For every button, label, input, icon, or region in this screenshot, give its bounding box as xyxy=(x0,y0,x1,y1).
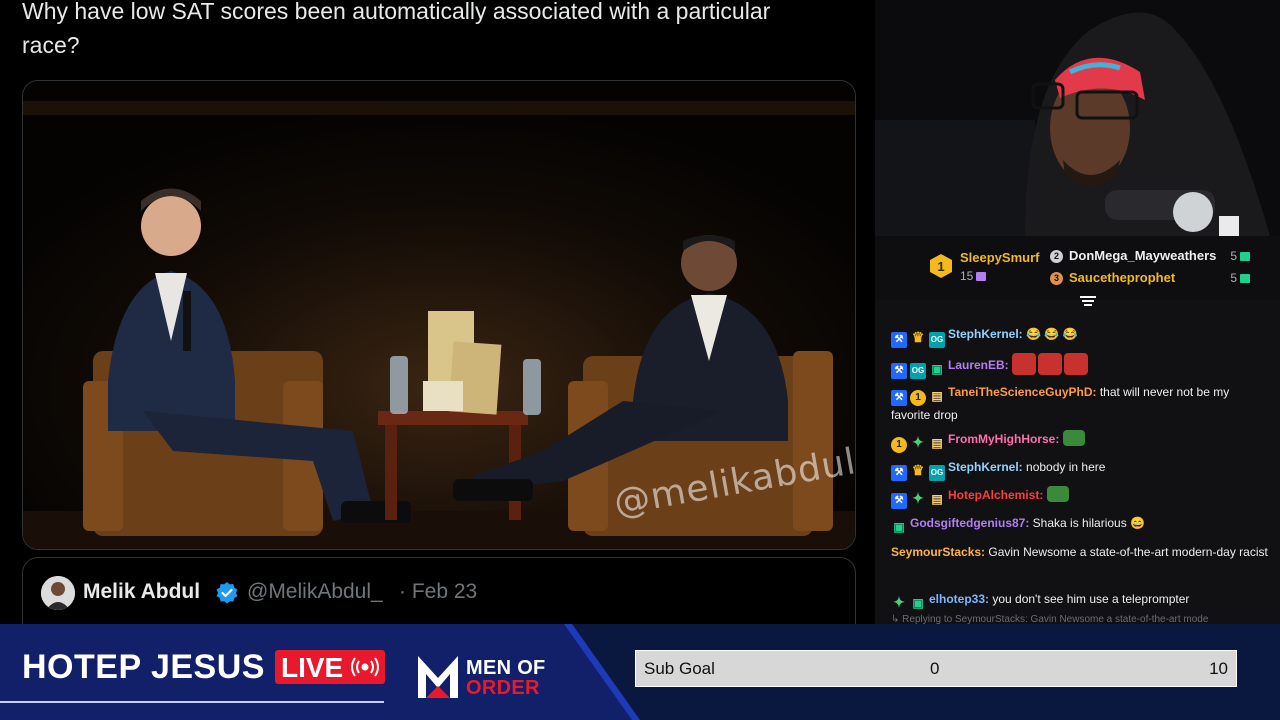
pepe-emote-icon xyxy=(1062,430,1085,446)
gift-badge-icon: ▣ xyxy=(893,520,905,534)
gift-leaderboard: 1 SleepySmurf 15 2 DonMega_Mayweathers 5… xyxy=(875,236,1280,300)
sub-goal-target: 10 xyxy=(1209,659,1228,678)
gift-badge-icon: ▤ xyxy=(931,389,943,403)
gift-badge-icon: ▤ xyxy=(931,436,943,450)
pepe-emote-icon xyxy=(1046,486,1069,502)
leaderboard-first-count-value: 15 xyxy=(960,269,974,283)
vip-badge-icon: ⚒ xyxy=(891,390,907,406)
chat-username[interactable]: StephKernel: xyxy=(948,460,1023,474)
leaderboard-third-count-value: 5 xyxy=(1230,271,1237,285)
second-place-rank-icon: 2 xyxy=(1050,250,1063,263)
quote-author-name[interactable]: Melik Abdul xyxy=(83,580,200,604)
chat-message: ▣ Godsgiftedgenius87: Shaka is hilarious … xyxy=(891,514,1271,535)
brand-title: HOTEP JESUS xyxy=(22,648,265,686)
og-badge-icon: OG xyxy=(929,465,945,481)
leaderboard-second-name[interactable]: DonMega_Mayweathers xyxy=(1069,248,1216,263)
chat-panel: 1 SleepySmurf 15 2 DonMega_Mayweathers 5… xyxy=(875,236,1280,624)
angry-face-emote-icon xyxy=(1038,353,1063,375)
avatar[interactable] xyxy=(41,576,75,610)
gold-one-badge-icon: 1 xyxy=(891,437,907,453)
crown-badge-icon: ♛ xyxy=(911,462,925,478)
verified-badge-icon xyxy=(216,582,238,604)
third-place-rank-icon: 3 xyxy=(1050,272,1063,285)
brand-underline xyxy=(0,701,384,703)
vip-badge-icon: ⚒ xyxy=(891,493,907,509)
live-label: LIVE xyxy=(281,652,344,683)
chat-message: ⚒ ♛ OG StephKernel: 😂 😂 😂 xyxy=(891,325,1271,348)
webcam-feed xyxy=(875,0,1280,236)
leaderboard-first-rank: 1 xyxy=(937,259,944,274)
chat-message: ✦ ▣ elhotep33: you don't see him use a tel… xyxy=(891,590,1271,611)
vip-badge-icon: ⚒ xyxy=(891,363,907,379)
first-place-medal-icon: 1 xyxy=(930,254,952,278)
streamer-camera-image xyxy=(875,0,1280,236)
sparkle-badge-icon: ✦ xyxy=(912,490,924,506)
broadcast-icon xyxy=(351,657,379,677)
chat-username[interactable]: LaurenEB: xyxy=(948,358,1009,372)
chat-text: 😂 😂 😂 xyxy=(1022,327,1078,341)
chat-text: Gavin Newsome a state-of-the-art modern-… xyxy=(985,545,1268,559)
chat-text: you don't see him use a teleprompter xyxy=(989,592,1190,606)
chat-text: Shaka is hilarious 😄 xyxy=(1029,516,1146,530)
partner-name-line2: ORDER xyxy=(466,677,540,699)
gift-icon xyxy=(1240,252,1250,261)
men-of-order-logo-icon xyxy=(418,656,458,698)
leaderboard-second-count-value: 5 xyxy=(1230,249,1237,263)
chat-message: 1 ✦ ▤ FromMyHighHorse: xyxy=(891,430,1271,453)
chat-message: ⚒ OG ▣ LaurenEB: xyxy=(891,353,1271,379)
leaderboard-second-count: 5 xyxy=(1230,249,1250,263)
chat-username[interactable]: HotepAlchemist: xyxy=(948,488,1043,502)
tweet-text: Why have low SAT scores been automatical… xyxy=(22,0,771,58)
og-badge-icon: OG xyxy=(929,332,945,348)
quoted-tweet-card[interactable]: Melik Abdul @MelikAbdul_ · Feb 23 xyxy=(22,557,856,624)
angry-face-emote-icon xyxy=(1012,353,1037,375)
leaderboard-third-count: 5 xyxy=(1230,271,1250,285)
leaderboard-first-name[interactable]: SleepySmurf xyxy=(960,250,1039,265)
chat-username[interactable]: Godsgiftedgenius87: xyxy=(910,516,1029,530)
gold-one-badge-icon: 1 xyxy=(910,390,926,406)
quote-date[interactable]: · Feb 23 xyxy=(399,580,477,604)
reply-preview: ↳ Replying to SeymourStacks: Gavin Newso… xyxy=(891,614,1209,624)
gift-icon xyxy=(1240,274,1250,283)
sub-goal-label: Sub Goal xyxy=(644,659,715,678)
chat-username[interactable]: SeymourStacks: xyxy=(891,545,985,559)
gift-icon xyxy=(976,272,987,281)
gift-badge-icon: ▣ xyxy=(931,362,943,376)
tweet-video[interactable]: @melikabdul_ xyxy=(22,80,856,550)
chat-username[interactable]: elhotep33: xyxy=(929,592,989,606)
chat-message: SeymourStacks: Gavin Newsome a state-of-… xyxy=(891,543,1271,562)
sparkle-badge-icon: ✦ xyxy=(893,594,905,610)
vip-badge-icon: ⚒ xyxy=(891,465,907,481)
vip-badge-icon: ⚒ xyxy=(891,332,907,348)
og-badge-icon: OG xyxy=(910,363,926,379)
quote-author-handle[interactable]: @MelikAbdul_ xyxy=(247,580,383,604)
chat-username[interactable]: FromMyHighHorse: xyxy=(948,432,1059,446)
angry-face-emote-icon xyxy=(1064,353,1089,375)
chat-username[interactable]: StephKernel: xyxy=(948,327,1023,341)
sparkle-badge-icon: ✦ xyxy=(912,434,924,450)
tweet-area: Why have low SAT scores been automatical… xyxy=(0,0,875,624)
chat-message: ⚒ ♛ OG StephKernel: nobody in here xyxy=(891,458,1271,481)
gift-badge-icon: ▣ xyxy=(912,596,924,610)
live-badge: LIVE xyxy=(275,650,385,684)
crown-badge-icon: ♛ xyxy=(911,329,925,345)
gift-badge-icon: ▤ xyxy=(931,492,943,506)
sub-goal-current: 0 xyxy=(930,659,940,678)
chat-username[interactable]: TaneiTheScienceGuyPhD: xyxy=(948,385,1096,399)
sub-goal-bar: Sub Goal 0 10 xyxy=(635,650,1237,687)
stream-overlay-bar: HOTEP JESUS LIVE MEN OF ORDER Sub Goal 0… xyxy=(0,624,1280,720)
chat-text: nobody in here xyxy=(1022,460,1106,474)
chat-message: ⚒ 1 ▤ TaneiTheScienceGuyPhD: that will neve… xyxy=(891,383,1271,425)
leaderboard-first-count: 15 xyxy=(960,269,987,283)
chat-message: ⚒ ✦ ▤ HotepAlchemist: xyxy=(891,486,1271,509)
profile-photo-icon xyxy=(41,576,75,610)
chat-filter-icon[interactable] xyxy=(1080,296,1096,308)
leaderboard-third-name[interactable]: Saucetheprophet xyxy=(1069,270,1175,285)
